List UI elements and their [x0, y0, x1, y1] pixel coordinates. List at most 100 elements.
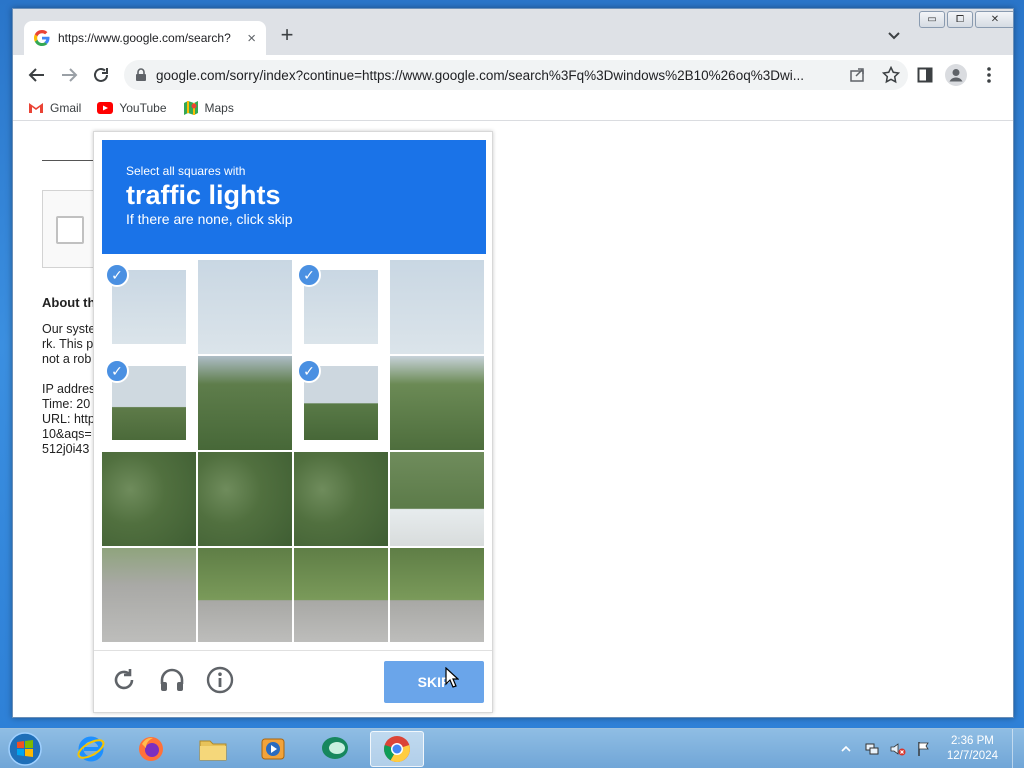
new-tab-button[interactable]: + [275, 24, 299, 48]
captcha-tile[interactable] [198, 260, 292, 354]
folder-icon [199, 740, 227, 761]
recaptcha-checkbox[interactable] [56, 216, 84, 244]
captcha-tile[interactable]: ✓ [294, 356, 388, 450]
captcha-tile-image [102, 548, 196, 642]
show-desktop-button[interactable] [1012, 729, 1024, 768]
about-text: Our syste rk. This p not a rob IP addres… [42, 322, 96, 456]
reload-challenge-icon[interactable] [110, 666, 138, 694]
tile-selected-check-icon: ✓ [105, 359, 129, 383]
internet-explorer-icon [77, 736, 105, 762]
taskbar-internet-explorer[interactable] [64, 731, 118, 767]
tab-search-chevron-icon[interactable] [885, 26, 903, 44]
taskbar-chrome[interactable] [370, 731, 424, 767]
forward-arrow-icon [62, 68, 78, 82]
mouse-pointer-icon [445, 667, 459, 688]
info-icon[interactable] [206, 666, 234, 694]
captcha-tile-image [198, 356, 292, 450]
captcha-tile-image [294, 548, 388, 642]
profile-avatar-icon [945, 64, 967, 86]
volume-muted-icon[interactable] [890, 741, 906, 757]
captcha-instruction: Select all squares with [126, 164, 246, 178]
youtube-icon [97, 101, 114, 114]
skip-button[interactable]: SKIP [384, 661, 484, 703]
show-hidden-icons-icon[interactable] [838, 741, 854, 757]
captcha-tile[interactable] [390, 452, 484, 546]
about-heading: About th [42, 295, 96, 310]
tile-selected-check-icon: ✓ [297, 359, 321, 383]
action-center-flag-icon[interactable] [916, 741, 932, 757]
taskbar-firefox[interactable] [124, 731, 178, 767]
chrome-icon [384, 736, 410, 763]
captcha-tile[interactable] [294, 452, 388, 546]
share-icon[interactable] [848, 66, 866, 84]
tab-title: https://www.google.com/search? [58, 31, 231, 45]
reload-icon [94, 67, 108, 82]
captcha-tile-image [198, 260, 292, 354]
side-panel-button[interactable] [913, 63, 937, 87]
close-window-button[interactable]: ✕ [975, 11, 1013, 28]
captcha-tile-image [390, 260, 484, 354]
window-controls: ▭ ⧠ ✕ [917, 11, 1013, 29]
tile-selected-check-icon: ✓ [297, 263, 321, 287]
firefox-icon [139, 737, 163, 761]
captcha-tile[interactable] [198, 452, 292, 546]
captcha-tile-image [198, 548, 292, 642]
captcha-tile[interactable] [102, 452, 196, 546]
bookmark-star-icon[interactable] [882, 66, 900, 84]
captcha-tile[interactable] [390, 548, 484, 642]
captcha-tile[interactable] [294, 548, 388, 642]
menu-button[interactable] [977, 63, 1001, 87]
captcha-tile-image [198, 452, 292, 546]
side-panel-icon [917, 67, 933, 83]
chat-bubble-icon [322, 737, 348, 759]
captcha-tile-image [294, 452, 388, 546]
captcha-image-grid: ✓ ✓ ✓ ✓ [102, 260, 485, 643]
back-arrow-icon [28, 68, 44, 82]
restore-button[interactable]: ⧠ [947, 11, 973, 28]
start-button-icon[interactable] [4, 730, 46, 768]
taskbar-media-player[interactable] [246, 731, 300, 767]
minimize-button[interactable]: ▭ [919, 11, 945, 28]
captcha-tile[interactable] [102, 548, 196, 642]
clock[interactable]: 2:36 PM 12/7/2024 [947, 734, 998, 764]
taskbar-app-bubble[interactable] [308, 731, 362, 767]
bookmark-gmail[interactable]: Gmail [28, 101, 81, 115]
captcha-target: traffic lights [126, 180, 281, 210]
gmail-icon [29, 102, 43, 113]
captcha-tile-image [102, 452, 196, 546]
browser-toolbar: google.com/sorry/index?continue=https://… [13, 55, 1013, 95]
captcha-tile[interactable]: ✓ [294, 260, 388, 354]
captcha-header: Select all squares with traffic lights I… [102, 140, 486, 254]
lock-icon[interactable] [134, 68, 148, 82]
captcha-tile[interactable] [198, 548, 292, 642]
captcha-challenge: Select all squares with traffic lights I… [93, 131, 493, 713]
captcha-footer: SKIP [94, 650, 492, 714]
forward-button[interactable] [57, 63, 81, 87]
tile-selected-check-icon: ✓ [105, 263, 129, 287]
audio-challenge-icon[interactable] [158, 666, 186, 694]
taskbar-file-explorer[interactable] [186, 731, 240, 767]
maps-icon [183, 100, 198, 115]
bookmark-label: Maps [204, 100, 234, 115]
kebab-menu-icon [987, 67, 991, 83]
bookmark-label: YouTube [119, 100, 167, 115]
profile-button[interactable] [944, 63, 968, 87]
captcha-tile[interactable] [390, 260, 484, 354]
captcha-tile[interactable] [198, 356, 292, 450]
captcha-tile[interactable] [390, 356, 484, 450]
network-icon[interactable] [864, 741, 880, 757]
google-favicon-icon [34, 30, 50, 46]
address-bar[interactable]: google.com/sorry/index?continue=https://… [124, 60, 908, 90]
captcha-tile[interactable]: ✓ [102, 356, 196, 450]
back-button[interactable] [25, 63, 49, 87]
system-tray: 2:36 PM 12/7/2024 [833, 729, 1024, 768]
tab-google-search[interactable]: https://www.google.com/search? × [24, 21, 266, 55]
captcha-hint: If there are none, click skip [126, 211, 293, 227]
reload-button[interactable] [89, 63, 113, 87]
url-text: google.com/sorry/index?continue=https://… [156, 67, 804, 83]
captcha-tile[interactable]: ✓ [102, 260, 196, 354]
tab-close-icon[interactable]: × [247, 30, 256, 47]
captcha-tile-image [390, 548, 484, 642]
bookmark-maps[interactable]: Maps [183, 100, 234, 116]
bookmark-youtube[interactable]: YouTube [97, 100, 167, 115]
